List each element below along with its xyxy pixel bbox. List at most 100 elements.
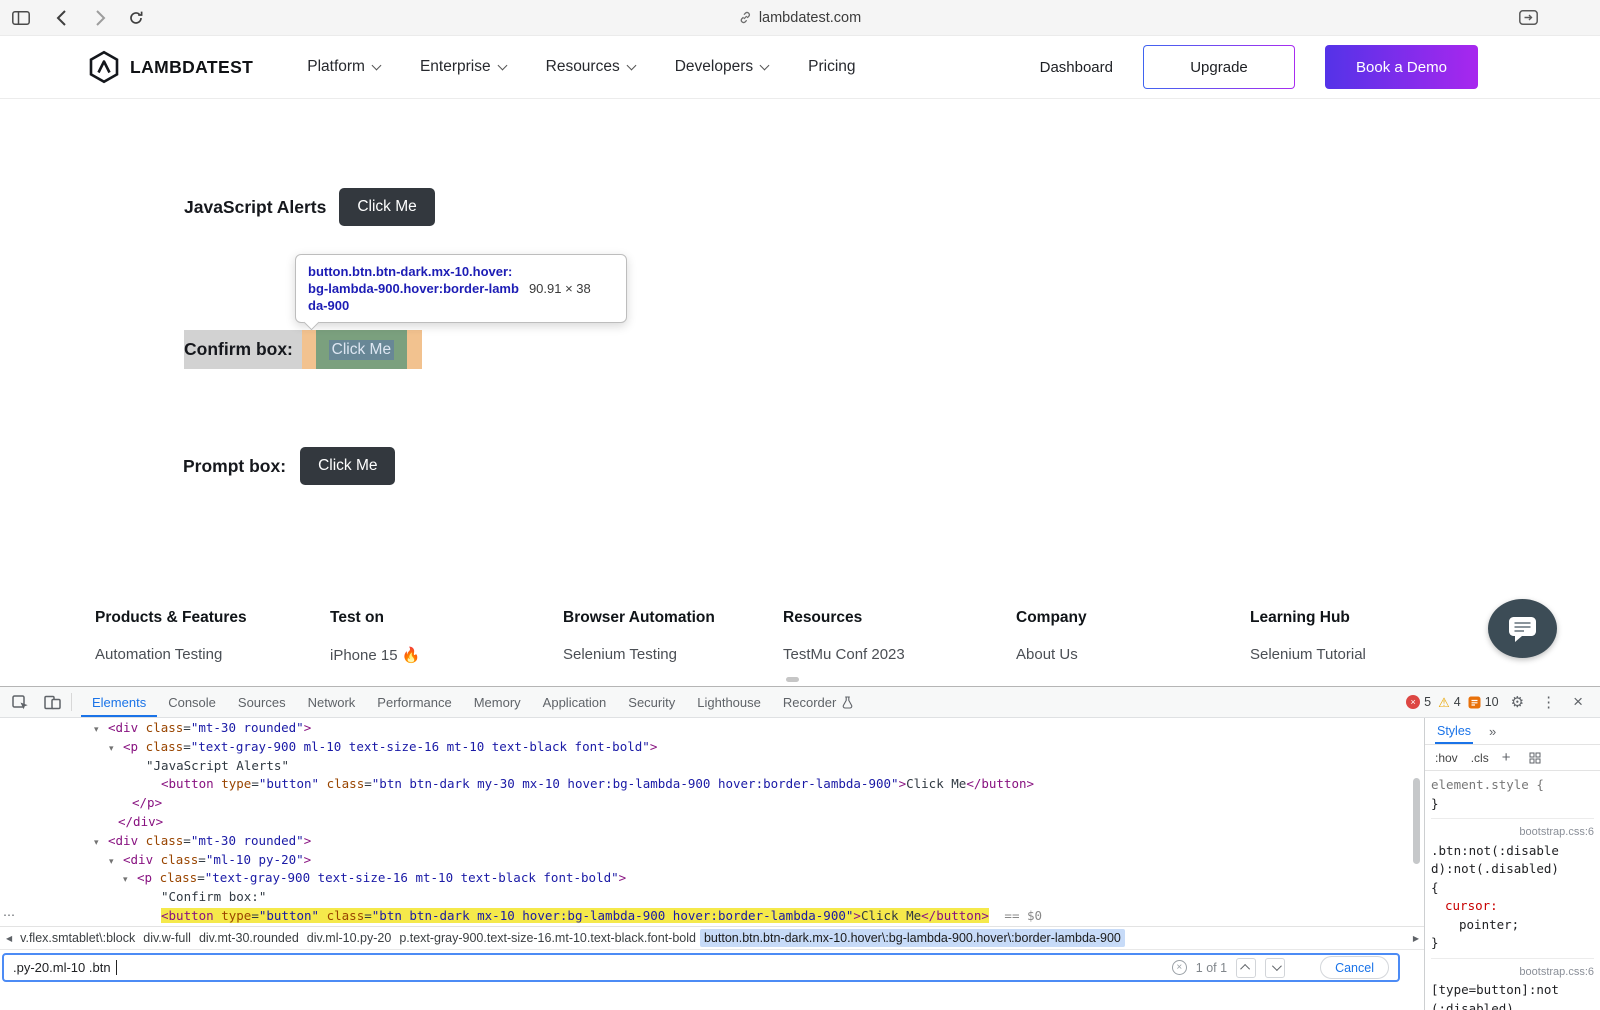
styles-rules[interactable]: element.style {}bootstrap.css:6.btn:not(… — [1425, 771, 1600, 1010]
forward-icon[interactable] — [95, 10, 106, 26]
elements-tree[interactable]: ⋯ ▾<div class="mt-30 rounded">▾<p class=… — [0, 718, 1424, 926]
styles-sidebar: Styles » :hov .cls + element.style {}boo… — [1424, 718, 1600, 1010]
console-errors-badge[interactable]: × 5 — [1406, 695, 1431, 709]
close-devtools-icon[interactable]: × — [1568, 692, 1588, 712]
issues-badge[interactable]: 10 — [1468, 695, 1499, 709]
settings-gear-icon[interactable]: ⚙ — [1506, 693, 1529, 711]
style-line-sel: .btn:not(:disable — [1431, 842, 1594, 861]
next-match-button[interactable] — [1265, 958, 1285, 978]
book-demo-button[interactable]: Book a Demo — [1325, 45, 1478, 89]
class-toggle[interactable]: .cls — [1471, 751, 1489, 765]
search-query-text: .py-20.ml-10 .btn — [13, 960, 111, 975]
elements-tree-node[interactable]: "JavaScript Alerts" — [0, 757, 1424, 776]
chevron-down-icon — [760, 60, 770, 70]
footer-column: Learning HubSelenium Tutorial — [1250, 609, 1366, 663]
elements-tree-node[interactable]: ▾<div class="mt-30 rounded"> — [0, 832, 1424, 851]
sidebar-expand-icon[interactable]: » — [1489, 724, 1496, 739]
devtools-toolbar: ElementsConsoleSourcesNetworkPerformance… — [0, 687, 1600, 718]
cancel-search-button[interactable]: Cancel — [1320, 956, 1389, 979]
footer-link[interactable]: TestMu Conf 2023 — [783, 646, 905, 663]
devtools-tab-bar: ElementsConsoleSourcesNetworkPerformance… — [81, 687, 864, 717]
style-line-link[interactable]: bootstrap.css:6 — [1431, 958, 1594, 982]
breadcrumb-item[interactable]: div.w-full — [139, 929, 195, 947]
breadcrumb-item[interactable]: p.text-gray-900.text-size-16.mt-10.text-… — [395, 929, 700, 947]
prompt-click-me-button[interactable]: Click Me — [300, 447, 395, 485]
lambdatest-logo[interactable]: LAMBDATEST — [88, 50, 253, 84]
nav-item-platform[interactable]: Platform — [307, 58, 380, 76]
node-options-dots-icon[interactable]: ⋯ — [3, 908, 15, 922]
address-bar[interactable]: lambdatest.com — [739, 10, 861, 26]
devtools-resize-handle[interactable] — [786, 677, 799, 682]
sidebar-toggle-icon[interactable] — [12, 11, 30, 25]
devtools-tab-console[interactable]: Console — [157, 687, 227, 717]
style-line-sel: { — [1431, 879, 1594, 898]
style-line-link[interactable]: bootstrap.css:6 — [1431, 818, 1594, 842]
grid-toggle-icon[interactable] — [1529, 752, 1541, 764]
upgrade-button[interactable]: Upgrade — [1143, 45, 1295, 89]
devtools-tab-recorder[interactable]: Recorder — [772, 687, 864, 717]
footer-link[interactable]: iPhone 15 🔥 — [330, 646, 420, 664]
footer-link[interactable]: About Us — [1016, 646, 1087, 663]
dashboard-link[interactable]: Dashboard — [1040, 59, 1113, 76]
alerts-click-me-button[interactable]: Click Me — [339, 188, 434, 226]
elements-tree-node[interactable]: ▾<p class="text-gray-900 ml-10 text-size… — [0, 738, 1424, 757]
confirm-box-row: Confirm box: Click Me — [184, 330, 422, 369]
browser-action-icon[interactable] — [1519, 10, 1538, 25]
confirm-click-me-button[interactable]: Click Me — [316, 330, 407, 369]
chat-widget[interactable] — [1488, 599, 1557, 658]
devtools-tab-application[interactable]: Application — [532, 687, 618, 717]
flask-icon — [842, 696, 853, 709]
breadcrumb-item[interactable]: div.ml-10.py-20 — [303, 929, 396, 947]
breadcrumb-item[interactable]: div.mt-30.rounded — [195, 929, 303, 947]
elements-scrollbar[interactable] — [1413, 778, 1420, 864]
expand-arrow-icon[interactable]: ▾ — [123, 871, 137, 890]
nav-item-pricing[interactable]: Pricing — [808, 58, 855, 76]
footer-link[interactable]: Selenium Testing — [563, 646, 715, 663]
logo-hexagon-icon — [88, 50, 120, 84]
devtools-tab-performance[interactable]: Performance — [366, 687, 462, 717]
crumbs-scroll-left-icon[interactable]: ◀ — [6, 934, 12, 943]
new-style-rule-icon[interactable]: + — [1502, 749, 1511, 766]
style-line-prop: cursor: — [1431, 897, 1594, 916]
inspect-element-icon[interactable] — [4, 687, 36, 717]
expand-arrow-icon[interactable]: ▾ — [94, 834, 108, 853]
chevron-down-icon — [372, 60, 382, 70]
console-warnings-badge[interactable]: ⚠ 4 — [1438, 695, 1461, 709]
elements-tree-node[interactable]: </p> — [0, 794, 1424, 813]
elements-tree-node[interactable]: ▾<div class="mt-30 rounded"> — [0, 719, 1424, 738]
footer-column: ResourcesTestMu Conf 2023 — [783, 609, 905, 663]
search-input[interactable]: .py-20.ml-10 .btn × 1 of 1 Cancel — [2, 953, 1400, 982]
footer-link[interactable]: Selenium Tutorial — [1250, 646, 1366, 663]
footer-link[interactable]: Automation Testing — [95, 646, 247, 663]
devtools-tab-network[interactable]: Network — [297, 687, 367, 717]
reload-icon[interactable] — [128, 10, 144, 26]
elements-tree-node[interactable]: </div> — [0, 813, 1424, 832]
expand-arrow-icon[interactable]: ▾ — [109, 740, 123, 759]
elements-tree-node[interactable]: "Confirm box:" — [0, 888, 1424, 907]
back-icon[interactable] — [56, 10, 67, 26]
pseudo-state-toggle[interactable]: :hov — [1435, 751, 1458, 765]
previous-match-button[interactable] — [1236, 958, 1256, 978]
nav-item-resources[interactable]: Resources — [546, 58, 635, 76]
expand-arrow-icon[interactable]: ▾ — [94, 721, 108, 740]
clear-search-icon[interactable]: × — [1172, 960, 1187, 975]
devtools-tab-lighthouse[interactable]: Lighthouse — [686, 687, 772, 717]
breadcrumb-item[interactable]: v.flex.smtablet\:block — [16, 929, 139, 947]
devtools-tab-sources[interactable]: Sources — [227, 687, 297, 717]
styles-tab[interactable]: Styles — [1435, 718, 1473, 744]
elements-tree-node[interactable]: <button type="button" class="btn btn-dar… — [0, 907, 1424, 926]
elements-tree-node[interactable]: <button type="button" class="btn btn-dar… — [0, 775, 1424, 794]
devtools-tab-memory[interactable]: Memory — [463, 687, 532, 717]
expand-arrow-icon[interactable]: ▾ — [109, 853, 123, 872]
issues-icon — [1468, 696, 1481, 709]
device-toolbar-icon[interactable] — [36, 687, 68, 717]
breadcrumb-item[interactable]: button.btn.btn-dark.mx-10.hover\:bg-lamb… — [700, 929, 1125, 947]
elements-tree-node[interactable]: ▾<p class="text-gray-900 text-size-16 mt… — [0, 869, 1424, 888]
more-options-icon[interactable]: ⋮ — [1536, 693, 1561, 711]
elements-tree-node[interactable]: ▾<div class="ml-10 py-20"> — [0, 851, 1424, 870]
devtools-tab-elements[interactable]: Elements — [81, 687, 157, 717]
nav-item-developers[interactable]: Developers — [675, 58, 768, 76]
devtools-tab-security[interactable]: Security — [617, 687, 686, 717]
crumbs-scroll-right-icon[interactable]: ▶ — [1413, 934, 1419, 943]
nav-item-enterprise[interactable]: Enterprise — [420, 58, 506, 76]
